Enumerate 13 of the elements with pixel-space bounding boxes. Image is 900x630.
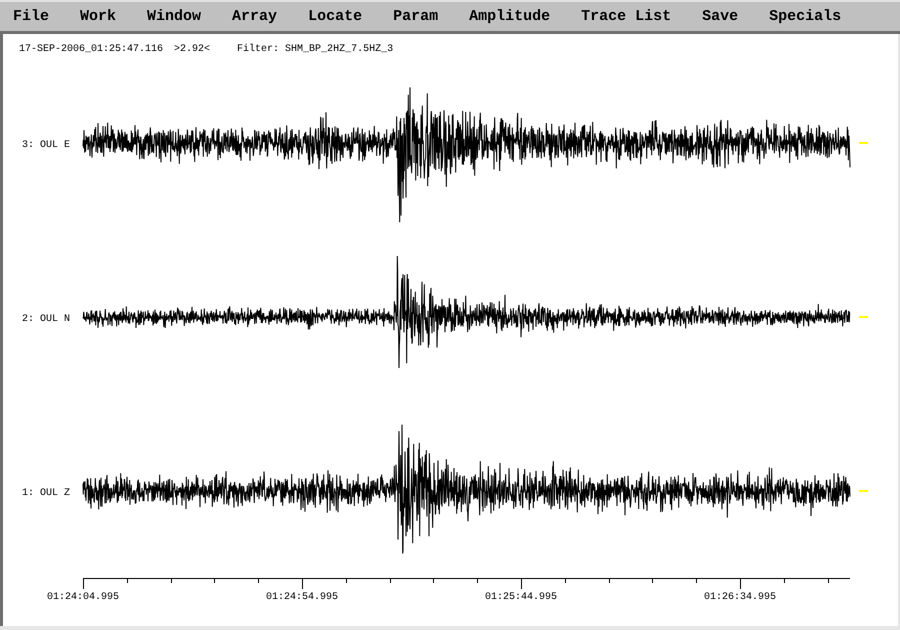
filter-label: Filter: SHM_BP_2HZ_7.5HZ_3 — [237, 44, 394, 56]
time-tick-label: 01:24:04.995 — [47, 591, 119, 605]
trace-marker-icon — [859, 316, 868, 318]
trace-marker-icon — [859, 142, 868, 144]
trace-marker-icon — [859, 490, 868, 492]
time-tick-label: 01:24:54.995 — [266, 591, 338, 605]
time-tick-label: 01:25:44.995 — [485, 591, 557, 605]
time-tick-label: 01:26:34.995 — [704, 591, 776, 605]
trace-label: 1: OUL Z — [22, 488, 70, 499]
timestamp-text: 17-SEP-2006_01:25:47.116 — [19, 44, 164, 56]
trace-label: 2: OUL N — [22, 314, 70, 325]
trace-label: 3: OUL E — [22, 140, 70, 151]
amplitude-ratio-text: >2.92< — [174, 44, 210, 56]
